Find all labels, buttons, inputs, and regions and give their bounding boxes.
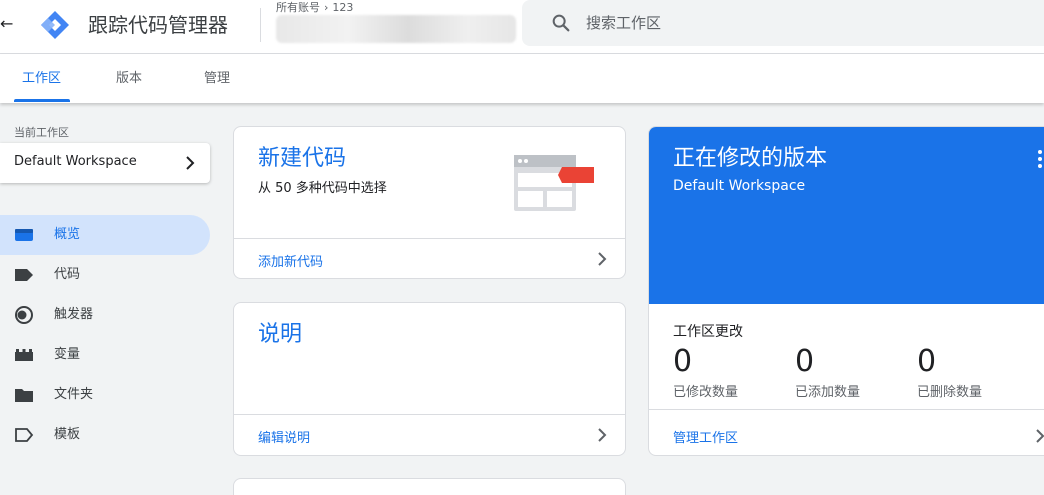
chevron-right-icon <box>1036 429 1044 443</box>
new-tag-card[interactable]: 新建代码 从 50 多种代码中选择 添加新代码 <box>233 126 626 279</box>
deleted-count: 0 <box>917 344 937 379</box>
folder-icon <box>15 389 33 402</box>
tag-manager-logo-icon <box>41 11 69 39</box>
overview-icon <box>15 229 33 241</box>
sidebar-item-label: 模板 <box>54 427 81 442</box>
card-divider <box>649 409 1044 410</box>
app-title: 跟踪代码管理器 <box>88 13 228 37</box>
version-card-title: 正在修改的版本 <box>673 146 828 171</box>
search-input[interactable] <box>586 9 986 37</box>
new-tag-title[interactable]: 新建代码 <box>258 145 346 173</box>
breadcrumb-account[interactable]: 123 <box>332 1 353 15</box>
sidebar-item-label: 触发器 <box>54 307 94 322</box>
sidebar-item-label: 概览 <box>54 227 81 242</box>
card-divider <box>234 414 625 415</box>
top-app-bar: ← 跟踪代码管理器 所有账号 › 123 <box>0 0 1044 54</box>
sidebar-item-label: 变量 <box>54 347 81 362</box>
search-bar[interactable] <box>522 0 1044 46</box>
description-title: 说明 <box>258 322 303 347</box>
tab-workspace[interactable]: 工作区 <box>22 71 61 87</box>
sidebar-item-variables[interactable]: 变量 <box>0 335 210 375</box>
sidebar-item-tags[interactable]: 代码 <box>0 255 210 295</box>
add-new-tag-link[interactable]: 添加新代码 <box>258 251 323 270</box>
workspace-version-card: 正在修改的版本 Default Workspace 工作区更改 0 已修改数量 … <box>648 126 1044 456</box>
template-icon <box>15 428 34 442</box>
added-count: 0 <box>795 344 815 379</box>
edit-description-link[interactable]: 编辑说明 <box>258 427 310 446</box>
search-icon <box>552 14 570 32</box>
added-label: 已添加数量 <box>795 385 861 400</box>
header-divider <box>260 8 261 42</box>
active-tab-indicator <box>14 99 70 102</box>
manage-workspaces-link[interactable]: 管理工作区 <box>673 427 738 446</box>
main-tabs: 工作区 版本 管理 <box>0 54 1044 103</box>
new-tag-illustration-icon <box>514 155 594 211</box>
modified-stat: 0 已修改数量 <box>673 344 739 401</box>
current-workspace-label: 当前工作区 <box>14 126 69 139</box>
container-selector[interactable] <box>276 15 516 43</box>
chevron-right-icon <box>598 428 607 442</box>
chevron-right-icon <box>598 252 607 266</box>
sidebar-item-label: 代码 <box>54 267 81 282</box>
trigger-icon <box>15 306 33 324</box>
partial-card <box>233 478 626 495</box>
workspace-changes-label: 工作区更改 <box>673 324 743 340</box>
deleted-label: 已删除数量 <box>917 385 983 400</box>
chevron-right-icon <box>186 156 195 170</box>
tag-icon <box>15 269 33 281</box>
tab-admin[interactable]: 管理 <box>204 71 230 87</box>
back-arrow-icon[interactable]: ← <box>0 13 14 35</box>
sidebar-item-label: 文件夹 <box>54 387 94 402</box>
card-divider <box>234 238 625 239</box>
sidebar-item-folders[interactable]: 文件夹 <box>0 375 210 415</box>
sidebar-item-templates[interactable]: 模板 <box>0 415 210 455</box>
sidebar-item-overview[interactable]: 概览 <box>0 215 210 255</box>
workspace-selector[interactable]: Default Workspace <box>0 143 210 183</box>
variable-icon <box>15 349 33 361</box>
description-card: 说明 编辑说明 <box>233 302 626 456</box>
workspace-name: Default Workspace <box>14 154 137 169</box>
tab-versions[interactable]: 版本 <box>116 71 142 87</box>
breadcrumb[interactable]: 所有账号 › 123 <box>276 1 353 15</box>
modified-count: 0 <box>673 344 693 379</box>
breadcrumb-all-accounts[interactable]: 所有账号 <box>276 1 320 15</box>
more-vert-icon[interactable] <box>1037 149 1043 169</box>
sidebar-item-triggers[interactable]: 触发器 <box>0 295 210 335</box>
version-card-header: 正在修改的版本 Default Workspace <box>649 127 1044 304</box>
modified-label: 已修改数量 <box>673 385 739 400</box>
added-stat: 0 已添加数量 <box>795 344 861 401</box>
version-card-workspace: Default Workspace <box>673 178 806 194</box>
deleted-stat: 0 已删除数量 <box>917 344 983 401</box>
new-tag-subtitle: 从 50 多种代码中选择 <box>258 181 387 196</box>
breadcrumb-chevron-icon: › <box>324 1 329 14</box>
